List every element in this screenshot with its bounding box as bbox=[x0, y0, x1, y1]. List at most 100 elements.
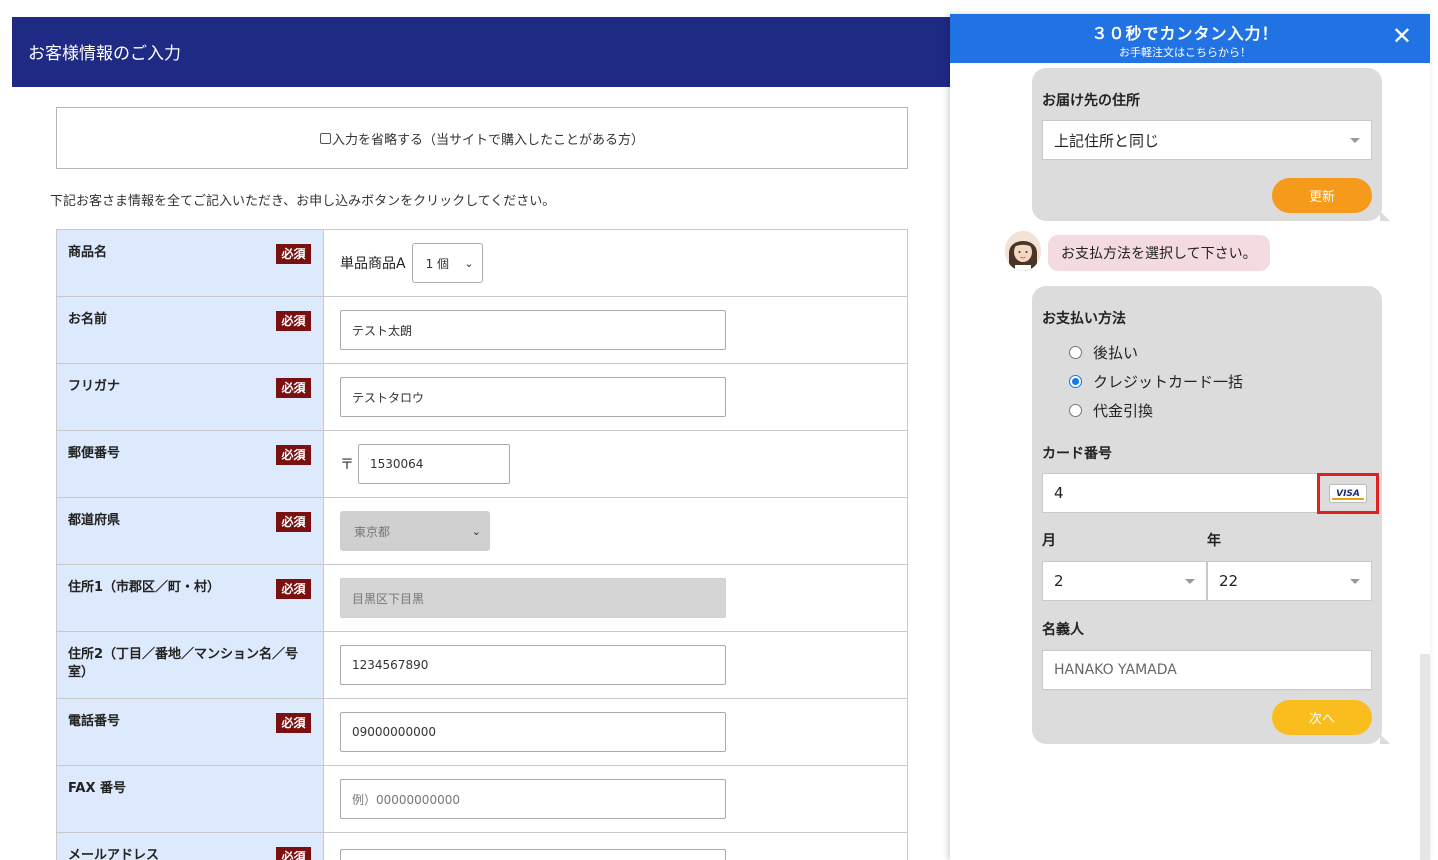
address1-input[interactable]: 目黒区下目黒 bbox=[340, 578, 726, 618]
required-badge: 必須 bbox=[276, 579, 311, 599]
chevron-down-icon: ⌄ bbox=[464, 256, 474, 270]
form-row-furigana: フリガナ 必須 テストタロウ bbox=[57, 364, 907, 431]
field-label: 商品名 bbox=[68, 245, 108, 260]
radio-button[interactable] bbox=[1069, 346, 1082, 359]
form-row-name: お名前 必須 テスト太朗 bbox=[57, 297, 907, 364]
form-value-cell: テスト太朗 bbox=[324, 297, 907, 363]
chevron-down-icon bbox=[1185, 578, 1195, 584]
next-button[interactable]: 次へ bbox=[1272, 700, 1372, 735]
delivery-select[interactable]: 上記住所と同じ bbox=[1042, 120, 1372, 160]
payment-option-cod[interactable]: 代金引換 bbox=[1069, 400, 1153, 421]
form-header: お客様情報のご入力 bbox=[12, 17, 952, 87]
form-label-cell: FAX 番号 bbox=[57, 766, 324, 832]
prefecture-value: 東京都 bbox=[354, 524, 391, 539]
form-row-address1: 住所1（市郡区／町・村） 必須 目黒区下目黒 bbox=[57, 565, 907, 632]
form-label-cell: 住所2（丁目／番地／マンション名／号室） bbox=[57, 632, 324, 698]
year-select[interactable]: 22 bbox=[1207, 561, 1372, 601]
required-badge: 必須 bbox=[276, 445, 311, 465]
postal-code-input[interactable]: 1530064 bbox=[358, 444, 510, 484]
skip-input-box[interactable]: 入力を省略する（当サイトで購入したことがある方） bbox=[56, 107, 908, 169]
required-badge: 必須 bbox=[276, 311, 311, 331]
card-holder-input[interactable]: HANAKO YAMADA bbox=[1042, 650, 1372, 690]
form-label-cell: フリガナ 必須 bbox=[57, 364, 324, 430]
radio-button[interactable] bbox=[1069, 404, 1082, 417]
form-value-cell: 目黒区下目黒 bbox=[324, 565, 907, 631]
form-value-cell bbox=[324, 833, 907, 860]
month-label: 月 bbox=[1042, 533, 1056, 549]
form-value-cell: 1234567890 bbox=[324, 632, 907, 698]
operator-message: お支払方法を選択して下さい。 bbox=[1048, 235, 1270, 271]
card-number-input[interactable]: 4 bbox=[1042, 473, 1318, 513]
payment-option-label: クレジットカード一括 bbox=[1093, 373, 1244, 391]
form-value-cell: 東京都 ⌄ bbox=[324, 498, 907, 564]
skip-label: 入力を省略する（当サイトで購入したことがある方） bbox=[331, 132, 644, 148]
field-label: フリガナ bbox=[68, 379, 121, 394]
customer-form-table: 商品名 必須 単品商品A 1 個 ⌄ お名前 必須 テスト太朗 フリガナ 必須 … bbox=[56, 229, 908, 860]
form-title: お客様情報のご入力 bbox=[28, 44, 181, 64]
quantity-select[interactable]: 1 個 ⌄ bbox=[411, 243, 483, 283]
chevron-down-icon bbox=[1350, 137, 1360, 143]
chat-title: ３０秒でカンタン入力！ bbox=[1091, 24, 1279, 43]
field-label: 住所2（丁目／番地／マンション名／号室） bbox=[68, 647, 299, 680]
payment-option-label: 代金引換 bbox=[1093, 402, 1154, 420]
name-input[interactable]: テスト太朗 bbox=[340, 310, 726, 350]
radio-button[interactable] bbox=[1069, 375, 1082, 388]
required-badge: 必須 bbox=[276, 378, 311, 398]
field-label: FAX 番号 bbox=[68, 781, 126, 796]
field-label: お名前 bbox=[68, 312, 108, 327]
card-brand-label: VISA bbox=[1336, 488, 1360, 499]
chevron-down-icon: ⌄ bbox=[471, 524, 481, 538]
operator-avatar bbox=[1005, 231, 1041, 271]
payment-option-deferred[interactable]: 後払い bbox=[1069, 342, 1138, 363]
field-label: 郵便番号 bbox=[68, 446, 121, 461]
form-label-cell: 電話番号 必須 bbox=[57, 699, 324, 765]
field-label: 住所1（市郡区／町・村） bbox=[68, 580, 221, 595]
prefecture-select[interactable]: 東京都 ⌄ bbox=[340, 511, 490, 551]
form-label-cell: 住所1（市郡区／町・村） 必須 bbox=[57, 565, 324, 631]
form-row-prefecture: 都道府県 必須 東京都 ⌄ bbox=[57, 498, 907, 565]
product-name: 単品商品A bbox=[340, 256, 406, 272]
payment-option-label: 後払い bbox=[1093, 344, 1139, 362]
form-value-cell: 〒 1530064 bbox=[324, 431, 907, 497]
year-value: 22 bbox=[1219, 572, 1239, 590]
furigana-input[interactable]: テストタロウ bbox=[340, 377, 726, 417]
form-row-email: メールアドレス 必須 bbox=[57, 833, 907, 860]
close-icon[interactable]: ✕ bbox=[1392, 24, 1412, 48]
form-value-cell: 09000000000 bbox=[324, 699, 907, 765]
delivery-label: お届け先の住所 bbox=[1042, 93, 1140, 109]
address2-input[interactable]: 1234567890 bbox=[340, 645, 726, 685]
fax-input[interactable]: 例）00000000000 bbox=[340, 779, 726, 819]
month-select[interactable]: 2 bbox=[1042, 561, 1207, 601]
form-value-cell: 単品商品A 1 個 ⌄ bbox=[324, 230, 907, 296]
email-input[interactable] bbox=[340, 849, 726, 860]
delivery-selected: 上記住所と同じ bbox=[1054, 131, 1160, 150]
form-value-cell: 例）00000000000 bbox=[324, 766, 907, 832]
form-row-postal-code: 郵便番号 必須 〒 1530064 bbox=[57, 431, 907, 498]
panel-scrollbar[interactable] bbox=[1420, 654, 1430, 860]
form-row-fax: FAX 番号 例）00000000000 bbox=[57, 766, 907, 833]
skip-checkbox[interactable] bbox=[319, 132, 331, 144]
phone-input[interactable]: 09000000000 bbox=[340, 712, 726, 752]
quantity-value: 1 個 bbox=[425, 256, 450, 271]
chevron-down-icon bbox=[1350, 578, 1360, 584]
payment-option-credit-card[interactable]: クレジットカード一括 bbox=[1069, 371, 1243, 392]
chat-header: ３０秒でカンタン入力！ お手軽注文はこちらから！ ✕ bbox=[950, 14, 1430, 63]
card-stripe bbox=[1332, 498, 1364, 500]
update-button[interactable]: 更新 bbox=[1272, 178, 1372, 213]
form-label-cell: 郵便番号 必須 bbox=[57, 431, 324, 497]
postal-mark: 〒 bbox=[340, 457, 354, 473]
form-row-address2: 住所2（丁目／番地／マンション名／号室） 1234567890 bbox=[57, 632, 907, 699]
payment-method-label: お支払い方法 bbox=[1042, 311, 1126, 327]
field-label: 電話番号 bbox=[68, 714, 121, 729]
delivery-bubble: お届け先の住所 上記住所と同じ 更新 bbox=[1032, 68, 1390, 221]
required-badge: 必須 bbox=[276, 512, 311, 532]
card-brand-indicator: VISA bbox=[1317, 473, 1379, 514]
operator-avatar-icon bbox=[1005, 231, 1041, 271]
form-label-cell: お名前 必須 bbox=[57, 297, 324, 363]
holder-label: 名義人 bbox=[1042, 622, 1084, 638]
form-label-cell: 商品名 必須 bbox=[57, 230, 324, 296]
form-label-cell: 都道府県 必須 bbox=[57, 498, 324, 564]
form-row-product: 商品名 必須 単品商品A 1 個 ⌄ bbox=[57, 230, 907, 297]
chat-order-panel: ３０秒でカンタン入力！ お手軽注文はこちらから！ ✕ お届け先の住所 上記住所と… bbox=[950, 14, 1430, 860]
required-badge: 必須 bbox=[276, 713, 311, 733]
